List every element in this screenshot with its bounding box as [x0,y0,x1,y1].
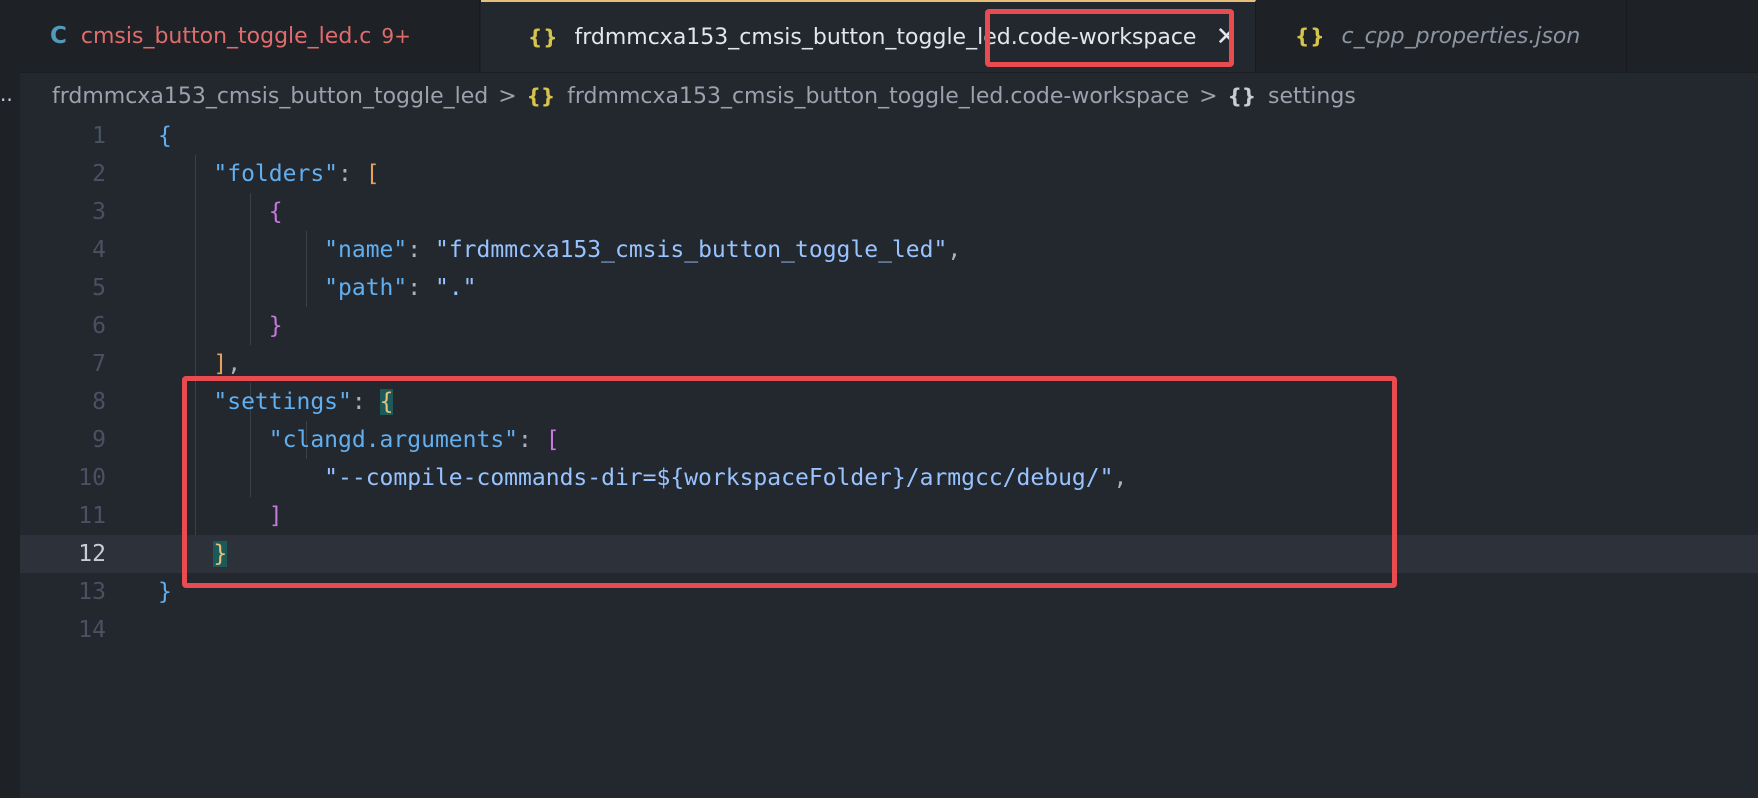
symbol-object-icon: {} [1227,84,1257,108]
line-number: 8 [92,389,106,415]
code-line[interactable]: 2 "folders": [ [20,155,1758,193]
tab-label: frdmmcxa153_cmsis_button_toggle_led.code… [574,24,1197,50]
tab-label: c_cpp_properties.json [1341,23,1581,49]
line-number: 10 [78,465,106,491]
code-text: "settings": { [213,389,394,415]
line-number: 7 [92,351,106,377]
code-line[interactable]: 9 "clangd.arguments": [ [20,421,1758,459]
code-line[interactable]: 6 } [20,307,1758,345]
json-braces-icon: {} [526,84,556,108]
code-text: } [158,579,172,605]
line-number: 1 [92,123,106,149]
code-text: "clangd.arguments": [ [268,427,560,453]
line-number: 9 [92,427,106,453]
breadcrumb-symbol[interactable]: settings [1268,84,1356,109]
editor-tab-bar: C cmsis_button_toggle_led.c 9+ {} frdmmc… [20,0,1758,73]
chevron-right-icon: > [1199,83,1218,109]
code-line[interactable]: 10 "--compile-commands-dir=${workspaceFo… [20,459,1758,497]
problems-badge: 9+ [381,24,411,48]
breadcrumb-file[interactable]: frdmmcxa153_cmsis_button_toggle_led.code… [567,84,1189,109]
code-text: "--compile-commands-dir=${workspaceFolde… [324,465,1128,491]
tab-c-cpp-properties-json[interactable]: {} c_cpp_properties.json [1257,0,1627,72]
code-line[interactable]: 13 } [20,573,1758,611]
line-number: 11 [78,503,106,529]
code-text: } [268,313,283,339]
breadcrumb-folder[interactable]: frdmmcxa153_cmsis_button_toggle_led [52,84,488,109]
code-text: "name": "frdmmcxa153_cmsis_button_toggle… [324,237,962,263]
json-braces-icon: {} [1295,24,1326,48]
line-number: 14 [78,617,106,643]
code-line[interactable]: 4 "name": "frdmmcxa153_cmsis_button_togg… [20,231,1758,269]
close-icon[interactable]: ✕ [1212,22,1240,52]
line-number: 12 [78,541,106,567]
code-text: "path": "." [324,275,477,301]
code-line[interactable]: 14 [20,611,1758,649]
breadcrumb: frdmmcxa153_cmsis_button_toggle_led > {}… [52,74,1356,118]
line-number: 6 [92,313,106,339]
c-file-icon: C [50,23,67,49]
json-braces-icon: {} [528,25,559,49]
line-number: 2 [92,161,106,187]
line-number: 13 [78,579,106,605]
code-editor[interactable]: 1 { 2 "folders": [ 3 { 4 "name": "frdmmc… [20,117,1758,798]
line-number: 4 [92,237,106,263]
line-number: 5 [92,275,106,301]
chevron-right-icon: > [498,83,517,109]
overflow-dots: .. [0,82,13,106]
code-line[interactable]: 8 "settings": { [20,383,1758,421]
tab-label: cmsis_button_toggle_led.c [80,23,372,49]
code-text: ], [213,351,242,377]
code-text: ] [268,503,283,529]
code-line[interactable]: 11 ] [20,497,1758,535]
code-text: { [268,199,283,225]
code-line[interactable]: 1 { [20,117,1758,155]
code-text: "folders": [ [213,161,380,187]
activity-bar-edge [0,0,20,798]
tab-cmsis-button-toggle-led-c[interactable]: C cmsis_button_toggle_led.c 9+ [20,0,480,72]
code-line[interactable]: 5 "path": "." [20,269,1758,307]
code-text: } [213,541,228,567]
code-line[interactable]: 7 ], [20,345,1758,383]
tab-code-workspace[interactable]: {} frdmmcxa153_cmsis_button_toggle_led.c… [481,0,1256,72]
code-line-current[interactable]: 12 } [20,535,1758,573]
code-text: { [158,123,172,149]
line-number: 3 [92,199,106,225]
code-line[interactable]: 3 { [20,193,1758,231]
